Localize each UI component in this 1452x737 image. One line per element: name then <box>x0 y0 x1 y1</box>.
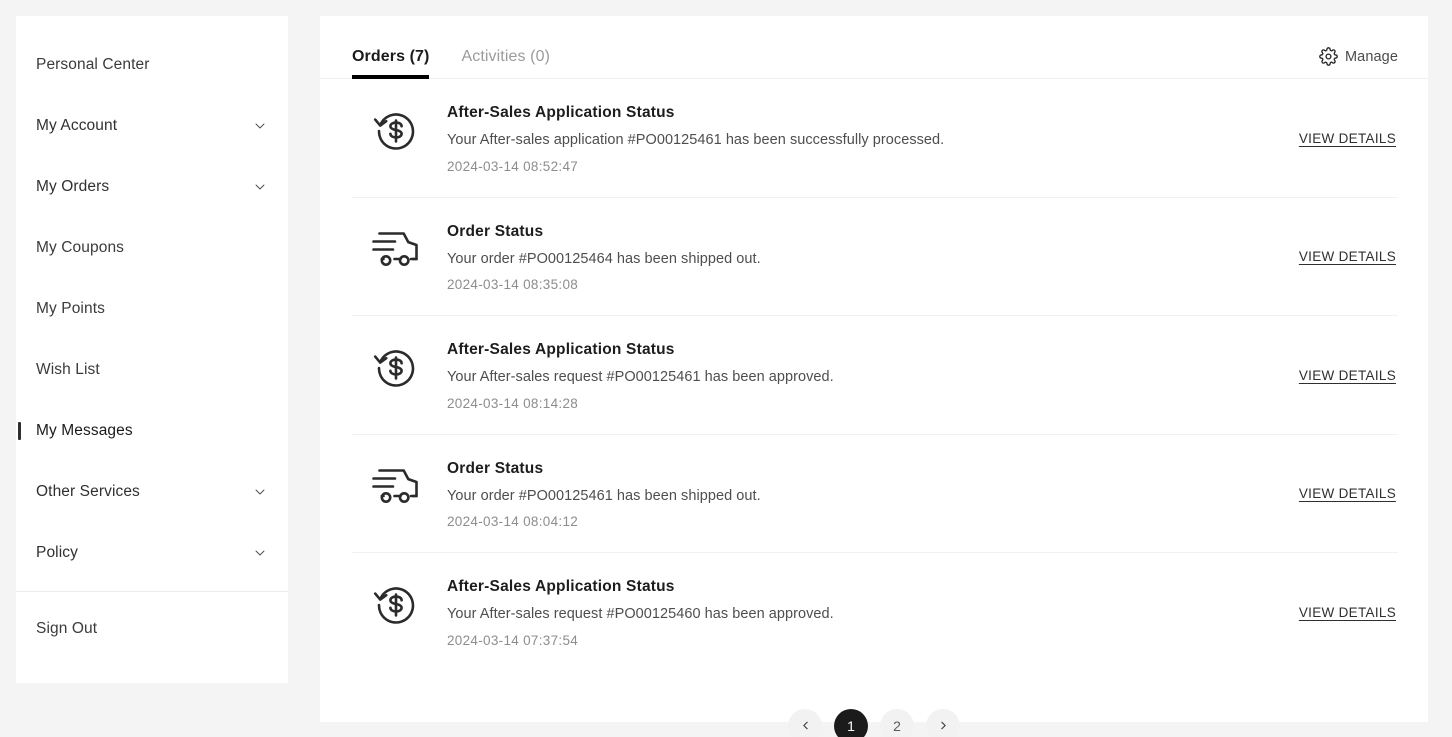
sidebar-item-label: My Points <box>36 299 105 317</box>
message-body: Order Status Your order #PO00125461 has b… <box>447 459 1299 531</box>
sidebar-item-label: Personal Center <box>36 55 150 73</box>
message-action: VIEW DETAILS <box>1299 130 1398 148</box>
message-timestamp: 2024-03-14 07:37:54 <box>447 632 579 648</box>
message-item[interactable]: Order Status Your order #PO00125464 has b… <box>352 198 1398 317</box>
sidebar: Personal Center My Account My Orders My Cou… <box>16 16 288 683</box>
sidebar-item-my-account[interactable]: My Account <box>16 95 288 156</box>
view-details-link[interactable]: VIEW DETAILS <box>1299 131 1396 146</box>
chevron-down-icon[interactable] <box>252 484 268 500</box>
sidebar-item-label: My Orders <box>36 177 110 195</box>
message-item[interactable]: Order Status Your order #PO00125461 has b… <box>352 435 1398 554</box>
message-timestamp: 2024-03-14 08:52:47 <box>447 158 579 174</box>
manage-button[interactable]: Manage <box>1319 47 1398 78</box>
message-description: Your After-sales request #PO00125461 has… <box>447 369 834 386</box>
message-body: Order Status Your order #PO00125464 has b… <box>447 222 1299 294</box>
view-details-link[interactable]: VIEW DETAILS <box>1299 249 1396 264</box>
message-timestamp: 2024-03-14 08:35:08 <box>447 277 579 293</box>
sidebar-item-my-coupons[interactable]: My Coupons <box>16 217 288 278</box>
pagination-page-button[interactable]: 2 <box>880 708 914 737</box>
message-description: Your order #PO00125461 has been shipped … <box>447 487 761 504</box>
gear-icon <box>1319 47 1338 66</box>
chevron-down-icon[interactable] <box>252 118 268 134</box>
sidebar-item-label: Sign Out <box>36 619 98 637</box>
refund-dollar-icon <box>368 340 424 392</box>
message-title: After-Sales Application Status <box>447 104 675 121</box>
sidebar-item-other-services[interactable]: Other Services <box>16 461 288 522</box>
refund-dollar-icon <box>368 577 424 629</box>
message-title: Order Status <box>447 222 544 240</box>
message-body: After-Sales Application Status Your After… <box>447 340 1299 412</box>
manage-label: Manage <box>1345 48 1398 65</box>
sidebar-footer: Sign Out <box>16 592 288 683</box>
message-list: After-Sales Application Status Your After… <box>320 79 1428 671</box>
pagination-page-button[interactable]: 1 <box>834 708 868 737</box>
sidebar-item-label: Policy <box>36 543 78 561</box>
pagination-prev-button[interactable] <box>788 708 822 737</box>
sidebar-nav: Personal Center My Account My Orders My Cou… <box>16 16 288 591</box>
chevron-down-icon[interactable] <box>252 179 268 195</box>
sidebar-item-label: My Account <box>36 116 118 134</box>
message-action: VIEW DETAILS <box>1299 248 1398 266</box>
sidebar-item-my-points[interactable]: My Points <box>16 278 288 339</box>
chevron-down-icon[interactable] <box>252 545 268 561</box>
refund-dollar-icon <box>368 103 424 155</box>
sidebar-item-label: My Messages <box>36 421 133 439</box>
message-action: VIEW DETAILS <box>1299 485 1398 503</box>
message-description: Your After-sales request #PO00125460 has… <box>447 606 834 623</box>
message-item[interactable]: After-Sales Application Status Your After… <box>352 79 1398 198</box>
message-title: After-Sales Application Status <box>447 341 675 359</box>
view-details-link[interactable]: VIEW DETAILS <box>1299 605 1396 620</box>
page-root: Personal Center My Account My Orders My Cou… <box>0 0 1452 737</box>
message-timestamp: 2024-03-14 08:04:12 <box>447 514 579 530</box>
sidebar-item-personal-center[interactable]: Personal Center <box>16 34 288 95</box>
delivery-truck-icon <box>368 459 424 507</box>
message-action: VIEW DETAILS <box>1299 367 1398 385</box>
message-item[interactable]: After-Sales Application Status Your After… <box>352 553 1398 671</box>
message-body: After-Sales Application Status Your After… <box>447 577 1299 649</box>
sidebar-item-wish-list[interactable]: Wish List <box>16 339 288 400</box>
view-details-link[interactable]: VIEW DETAILS <box>1299 486 1396 501</box>
tab-orders-7[interactable]: Orders (7) <box>352 49 430 79</box>
view-details-link[interactable]: VIEW DETAILS <box>1299 368 1396 383</box>
sidebar-item-policy[interactable]: Policy <box>16 522 288 583</box>
message-item[interactable]: After-Sales Application Status Your After… <box>352 316 1398 435</box>
sidebar-item-my-orders[interactable]: My Orders <box>16 156 288 217</box>
sidebar-item-my-messages[interactable]: My Messages <box>16 400 288 461</box>
messages-panel: Orders (7) Activities (0) Manage After-Sa… <box>320 16 1428 737</box>
delivery-truck-icon <box>368 222 424 270</box>
message-title: Order Status <box>447 459 544 477</box>
chevron-left-icon <box>799 719 812 732</box>
sidebar-item-label: My Coupons <box>36 238 125 256</box>
message-description: Your order #PO00125464 has been shipped … <box>447 250 761 267</box>
tab-list: Orders (7) Activities (0) <box>352 49 582 79</box>
pagination-next-button[interactable] <box>926 708 960 737</box>
chevron-right-icon <box>937 719 950 732</box>
sidebar-item-label: Other Services <box>36 482 140 500</box>
sidebar-item-label: Wish List <box>36 360 100 378</box>
pagination: 12 <box>320 708 1428 737</box>
tab-bar: Orders (7) Activities (0) Manage <box>320 16 1428 79</box>
message-timestamp: 2024-03-14 08:14:28 <box>447 395 579 411</box>
message-description: Your After-sales application #PO00125461… <box>447 132 945 149</box>
sidebar-item-sign-out[interactable]: Sign Out <box>16 598 288 659</box>
message-body: After-Sales Application Status Your After… <box>447 103 1299 175</box>
message-title: After-Sales Application Status <box>447 578 675 596</box>
message-action: VIEW DETAILS <box>1299 604 1398 622</box>
tab-activities-0[interactable]: Activities (0) <box>461 49 550 78</box>
